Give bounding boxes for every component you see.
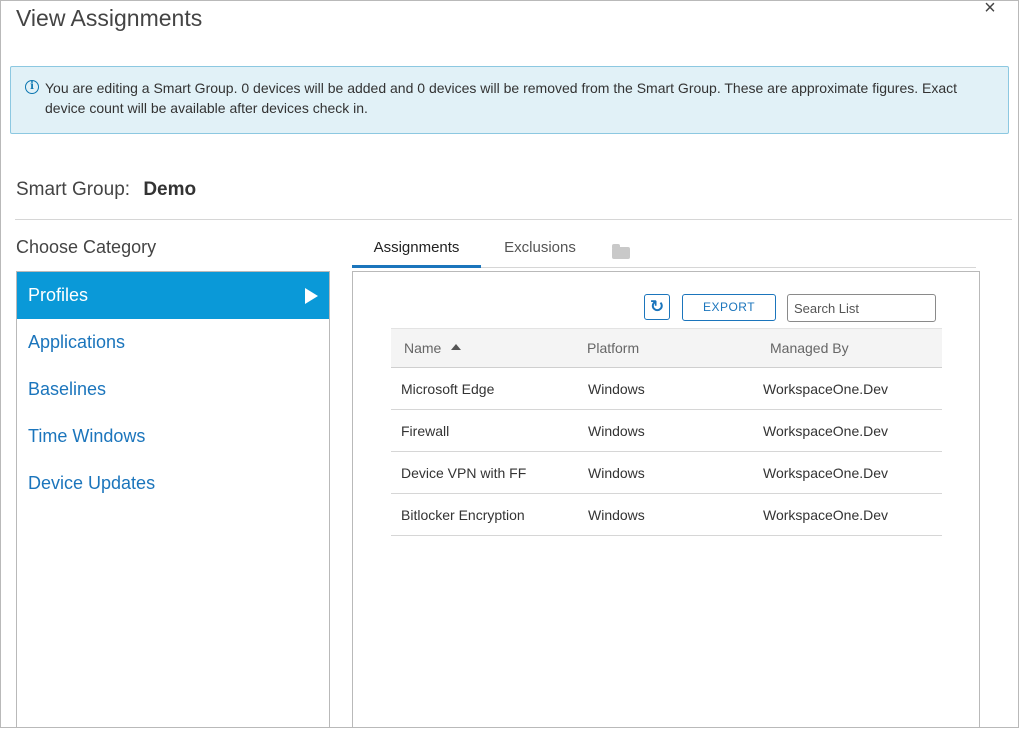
tab-bar: Assignments Exclusions: [352, 233, 976, 268]
cell-name: Device VPN with FF: [401, 465, 527, 481]
cell-name: Firewall: [401, 423, 450, 439]
category-item-label: Applications: [28, 332, 126, 352]
category-list: Profiles Applications Baselines Time Win…: [16, 271, 330, 727]
cell-platform: Windows: [588, 423, 645, 439]
export-button[interactable]: EXPORT: [682, 294, 776, 321]
view-assignments-dialog: View Assignments × i You are editing a S…: [0, 0, 1019, 728]
category-heading: Choose Category: [16, 237, 157, 257]
category-item-label: Baselines: [28, 379, 107, 399]
column-header-platform[interactable]: Platform: [587, 329, 639, 367]
folder-icon[interactable]: [612, 244, 630, 259]
close-icon[interactable]: ×: [980, 1, 1000, 19]
category-item-label: Time Windows: [28, 426, 146, 446]
smart-group-row: Smart Group: Demo: [16, 179, 196, 201]
sort-ascending-icon: [451, 344, 462, 351]
assignments-table: Name Platform Managed By Microsoft Edge …: [391, 328, 942, 536]
column-header-managed-by[interactable]: Managed By: [770, 329, 849, 367]
table-row[interactable]: Bitlocker Encryption Windows WorkspaceOn…: [391, 494, 942, 536]
category-item-time-windows[interactable]: Time Windows: [17, 413, 329, 460]
cell-platform: Windows: [588, 507, 645, 523]
cell-managed-by: WorkspaceOne.Dev: [763, 507, 889, 523]
category-item-profiles[interactable]: Profiles: [17, 272, 329, 319]
smart-group-label: Smart Group:: [16, 179, 131, 200]
info-banner-text: You are editing a Smart Group. 0 devices…: [45, 80, 958, 116]
category-item-baselines[interactable]: Baselines: [17, 366, 329, 413]
cell-managed-by: WorkspaceOne.Dev: [763, 381, 889, 397]
divider: [15, 219, 1012, 220]
category-item-applications[interactable]: Applications: [17, 319, 329, 366]
cell-managed-by: WorkspaceOne.Dev: [763, 465, 889, 481]
refresh-icon[interactable]: ↻: [644, 294, 670, 320]
cell-platform: Windows: [588, 381, 645, 397]
cell-platform: Windows: [588, 465, 645, 481]
category-item-device-updates[interactable]: Device Updates: [17, 460, 329, 507]
cell-name: Microsoft Edge: [401, 381, 495, 397]
info-icon: i: [25, 80, 39, 94]
search-input[interactable]: [787, 294, 936, 322]
table-row[interactable]: Microsoft Edge Windows WorkspaceOne.Dev: [391, 368, 942, 410]
assignments-panel: ↻ EXPORT Name Platform Managed By Micros…: [352, 271, 980, 727]
cell-name: Bitlocker Encryption: [401, 507, 525, 523]
category-item-label: Device Updates: [28, 473, 156, 493]
tab-exclusions[interactable]: Exclusions: [492, 233, 588, 265]
dialog-title: View Assignments: [16, 5, 203, 31]
info-banner: i You are editing a Smart Group. 0 devic…: [10, 66, 1009, 134]
tab-assignments[interactable]: Assignments: [352, 233, 481, 268]
play-arrow-icon: [305, 288, 318, 304]
smart-group-name: Demo: [143, 179, 197, 200]
table-row[interactable]: Firewall Windows WorkspaceOne.Dev: [391, 410, 942, 452]
cell-managed-by: WorkspaceOne.Dev: [763, 423, 889, 439]
table-row[interactable]: Device VPN with FF Windows WorkspaceOne.…: [391, 452, 942, 494]
category-item-label: Profiles: [28, 285, 89, 305]
column-header-name[interactable]: Name: [404, 329, 462, 367]
table-header: Name Platform Managed By: [391, 328, 942, 368]
